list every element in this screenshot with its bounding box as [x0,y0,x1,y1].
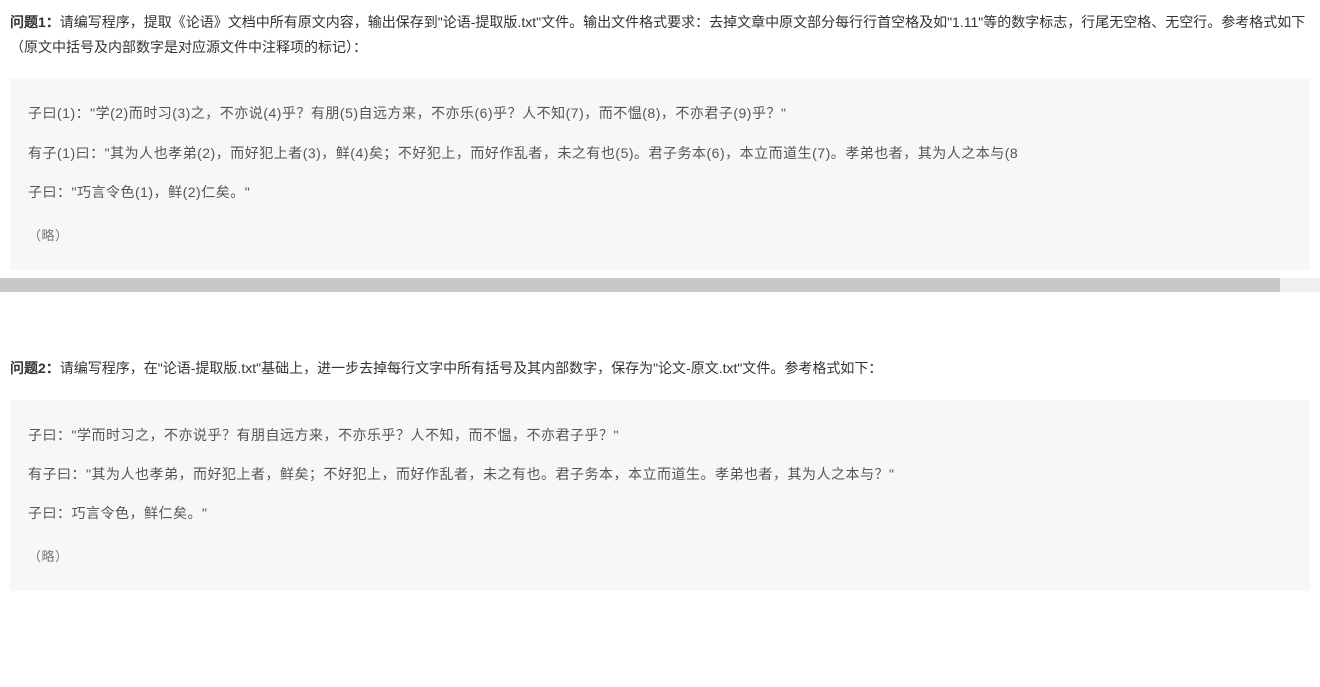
problem-1-label: 问题1： [10,14,60,30]
code-line: 子曰：巧言令色，鲜仁矣。" [28,494,1292,533]
code-line-omit: （略） [28,533,1292,575]
code-line: 有子(1)曰："其为人也孝弟(2)，而好犯上者(3)，鲜(4)矣；不好犯上，而好… [28,134,1292,173]
problem-2-header: 问题2：请编写程序，在"论语-提取版.txt"基础上，进一步去掉每行文字中所有括… [10,346,1310,391]
code-line-omit: （略） [28,212,1292,254]
problem-2-section: 问题2：请编写程序，在"论语-提取版.txt"基础上，进一步去掉每行文字中所有括… [0,346,1320,591]
problem-2-label: 问题2： [10,360,60,376]
code-line: 子曰(1)："学(2)而时习(3)之，不亦说(4)乎？有朋(5)自远方来，不亦乐… [28,94,1292,133]
problem-2-text: 请编写程序，在"论语-提取版.txt"基础上，进一步去掉每行文字中所有括号及其内… [60,360,883,376]
problem-2-code-block: 子曰："学而时习之，不亦说乎？有朋自远方来，不亦乐乎？人不知，而不愠，不亦君子乎… [10,400,1310,592]
code-line: 子曰："学而时习之，不亦说乎？有朋自远方来，不亦乐乎？人不知，而不愠，不亦君子乎… [28,416,1292,455]
code-line: 子曰："巧言令色(1)，鲜(2)仁矣。" [28,173,1292,212]
problem-1-header: 问题1：请编写程序，提取《论语》文档中所有原文内容，输出保存到"论语-提取版.t… [10,0,1310,70]
scrollbar-thumb[interactable] [0,278,1280,292]
code-line: 有子曰："其为人也孝弟，而好犯上者，鲜矣；不好犯上，而好作乱者，未之有也。君子务… [28,455,1292,494]
horizontal-scrollbar[interactable] [0,278,1320,292]
problem-1-text: 请编写程序，提取《论语》文档中所有原文内容，输出保存到"论语-提取版.txt"文… [10,14,1305,55]
problem-1-code-block: 子曰(1)："学(2)而时习(3)之，不亦说(4)乎？有朋(5)自远方来，不亦乐… [10,78,1310,270]
problem-1-section: 问题1：请编写程序，提取《论语》文档中所有原文内容，输出保存到"论语-提取版.t… [0,0,1320,270]
spacer [0,322,1320,346]
